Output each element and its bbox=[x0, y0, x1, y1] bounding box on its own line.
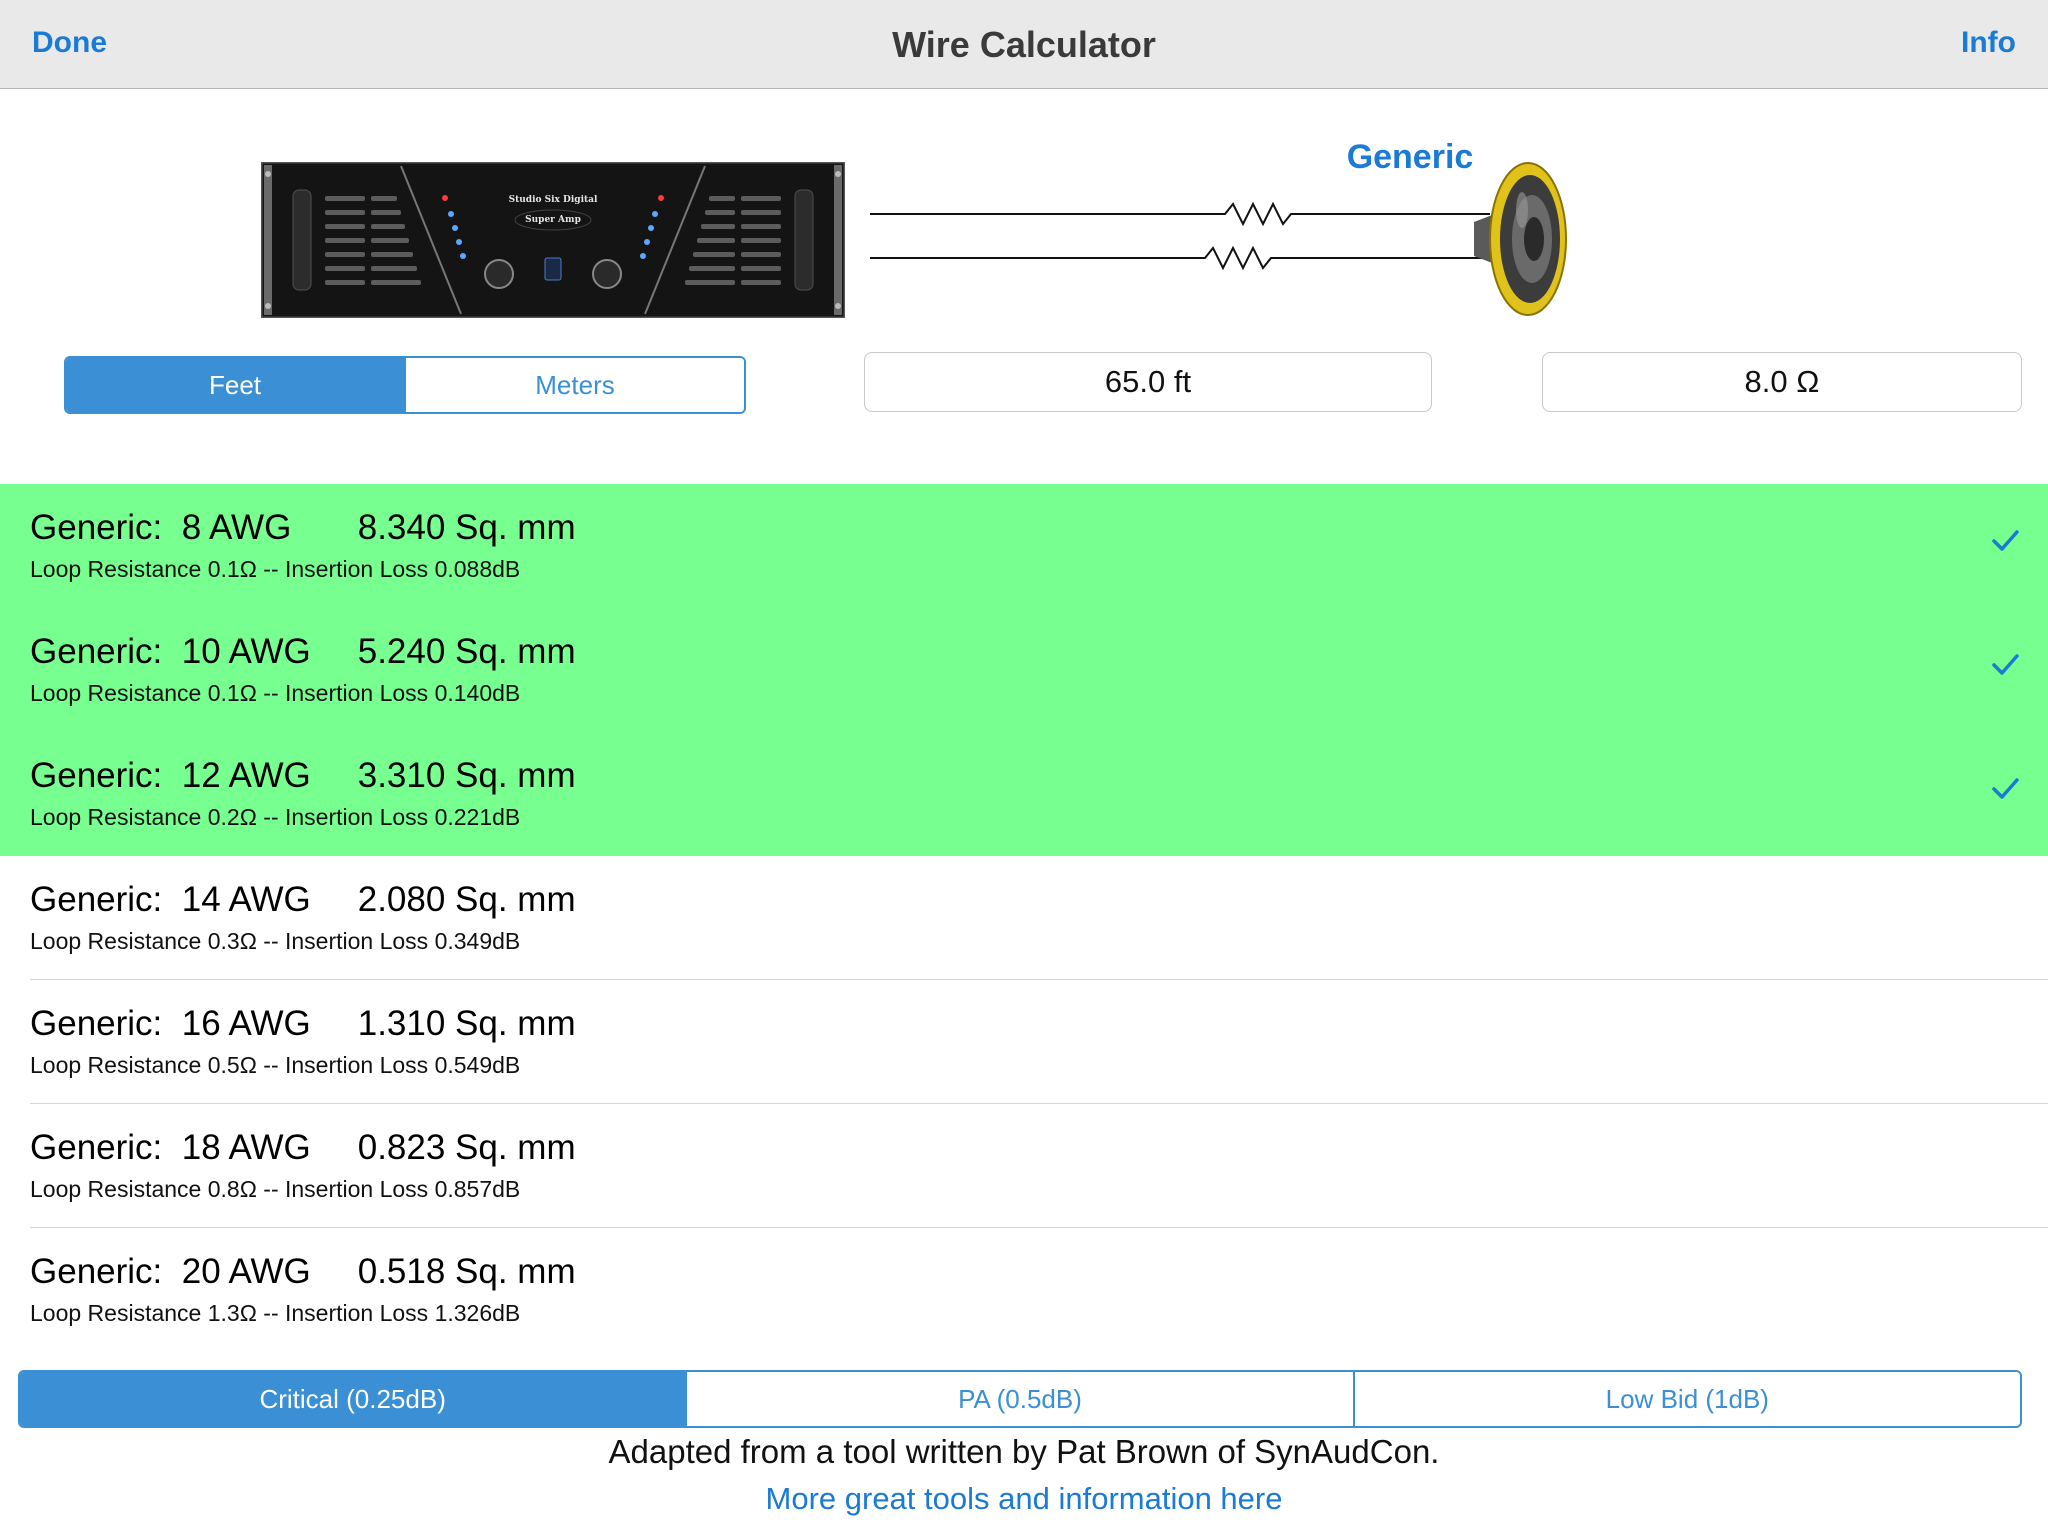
wire-row[interactable]: Generic: 20 AWG 0.518 Sq. mm Loop Resistan… bbox=[0, 1228, 2048, 1352]
wire-gauge: 10 AWG bbox=[181, 632, 311, 671]
wire-row[interactable]: Generic: 16 AWG 1.310 Sq. mm Loop Resistan… bbox=[0, 980, 2048, 1104]
wire-detail: Loop Resistance 0.1Ω -- Insertion Loss 0… bbox=[30, 556, 521, 582]
wire-gauge: 20 AWG bbox=[181, 1252, 311, 1291]
wire-name: Generic: bbox=[30, 880, 163, 919]
wire-row[interactable]: Generic: 14 AWG 2.080 Sq. mm Loop Resistan… bbox=[0, 856, 2048, 980]
resistor-icon bbox=[870, 245, 1490, 271]
wire-length-field[interactable]: 65.0 ft bbox=[864, 352, 1432, 412]
wire-row[interactable]: Generic: 12 AWG 3.310 Sq. mm Loop Resistan… bbox=[0, 732, 2048, 856]
meters-segment[interactable]: Meters bbox=[404, 358, 744, 412]
wire-area: 2.080 Sq. mm bbox=[357, 880, 576, 919]
wire-gauge: 14 AWG bbox=[181, 880, 311, 919]
info-button[interactable]: Info bbox=[1961, 26, 2016, 60]
wire-area: 1.310 Sq. mm bbox=[357, 1004, 576, 1043]
wire-row[interactable]: Generic: 8 AWG 8.340 Sq. mm Loop Resistanc… bbox=[0, 484, 2048, 608]
wire-detail: Loop Resistance 0.8Ω -- Insertion Loss 0… bbox=[30, 1176, 521, 1202]
wire-row[interactable]: Generic: 10 AWG 5.240 Sq. mm Loop Resistan… bbox=[0, 608, 2048, 732]
wire-name: Generic: bbox=[30, 756, 163, 795]
wire-gauge-line: Generic: 14 AWG 2.080 Sq. mm bbox=[30, 880, 576, 920]
wire-area: 0.823 Sq. mm bbox=[357, 1128, 576, 1167]
wire-detail: Loop Resistance 0.1Ω -- Insertion Loss 0… bbox=[30, 680, 521, 706]
wire-gauge-line: Generic: 20 AWG 0.518 Sq. mm bbox=[30, 1252, 576, 1292]
wire-area: 5.240 Sq. mm bbox=[357, 632, 576, 671]
wire-gauge-line: Generic: 18 AWG 0.823 Sq. mm bbox=[30, 1128, 576, 1168]
wire-gauge: 18 AWG bbox=[181, 1128, 311, 1167]
wire-diagram bbox=[870, 201, 1490, 271]
wire-detail: Loop Resistance 0.2Ω -- Insertion Loss 0… bbox=[30, 804, 521, 830]
amplifier-image: Studio Six Digital Super Amp bbox=[261, 162, 845, 318]
wire-name: Generic: bbox=[30, 1252, 163, 1291]
resistor-icon bbox=[870, 201, 1490, 227]
wire-gauge-line: Generic: 16 AWG 1.310 Sq. mm bbox=[30, 1004, 576, 1044]
wire-detail: Loop Resistance 0.5Ω -- Insertion Loss 0… bbox=[30, 1052, 521, 1078]
speaker-icon bbox=[1474, 162, 1567, 316]
feet-segment[interactable]: Feet bbox=[66, 358, 404, 412]
wire-gauge-line: Generic: 12 AWG 3.310 Sq. mm bbox=[30, 756, 576, 796]
wire-name: Generic: bbox=[30, 1004, 163, 1043]
wire-gauge-list: Generic: 8 AWG 8.340 Sq. mm Loop Resistanc… bbox=[0, 484, 2048, 1352]
wire-name: Generic: bbox=[30, 508, 163, 547]
wire-gauge: 16 AWG bbox=[181, 1004, 311, 1043]
units-segmented-control: Feet Meters bbox=[64, 356, 746, 414]
credit-text: Adapted from a tool written by Pat Brown… bbox=[608, 1433, 1440, 1470]
more-tools-link[interactable]: More great tools and information here bbox=[0, 1481, 2048, 1517]
wire-name: Generic: bbox=[30, 632, 163, 671]
wire-gauge: 12 AWG bbox=[181, 756, 311, 795]
checkmark-icon bbox=[1992, 530, 2019, 551]
wire-row[interactable]: Generic: 18 AWG 0.823 Sq. mm Loop Resistan… bbox=[0, 1104, 2048, 1228]
loss-mode-segmented-control: Critical (0.25dB) PA (0.5dB) Low Bid (1d… bbox=[18, 1370, 2022, 1428]
critical-segment[interactable]: Critical (0.25dB) bbox=[20, 1372, 686, 1426]
pa-segment[interactable]: PA (0.5dB) bbox=[685, 1372, 1353, 1426]
wire-detail: Loop Resistance 1.3Ω -- Insertion Loss 1… bbox=[30, 1300, 521, 1326]
wire-detail: Loop Resistance 0.3Ω -- Insertion Loss 0… bbox=[30, 928, 521, 954]
wire-gauge-line: Generic: 10 AWG 5.240 Sq. mm bbox=[30, 632, 576, 672]
navigation-bar: Done Wire Calculator Info bbox=[0, 0, 2048, 89]
impedance-field[interactable]: 8.0 Ω bbox=[1542, 352, 2022, 412]
checkmark-icon bbox=[1992, 654, 2019, 675]
wire-area: 0.518 Sq. mm bbox=[357, 1252, 576, 1291]
wire-gauge: 8 AWG bbox=[181, 508, 292, 547]
amp-model: Super Amp bbox=[525, 215, 581, 225]
low-bid-segment[interactable]: Low Bid (1dB) bbox=[1352, 1372, 2020, 1426]
wire-area: 8.340 Sq. mm bbox=[357, 508, 576, 547]
wire-area: 3.310 Sq. mm bbox=[357, 756, 576, 795]
amp-brand: Studio Six Digital bbox=[509, 195, 598, 205]
checkmark-icon bbox=[1992, 778, 2019, 799]
page-title: Wire Calculator bbox=[892, 24, 1156, 65]
wire-gauge-line: Generic: 8 AWG 8.340 Sq. mm bbox=[30, 508, 576, 548]
wire-name: Generic: bbox=[30, 1128, 163, 1167]
